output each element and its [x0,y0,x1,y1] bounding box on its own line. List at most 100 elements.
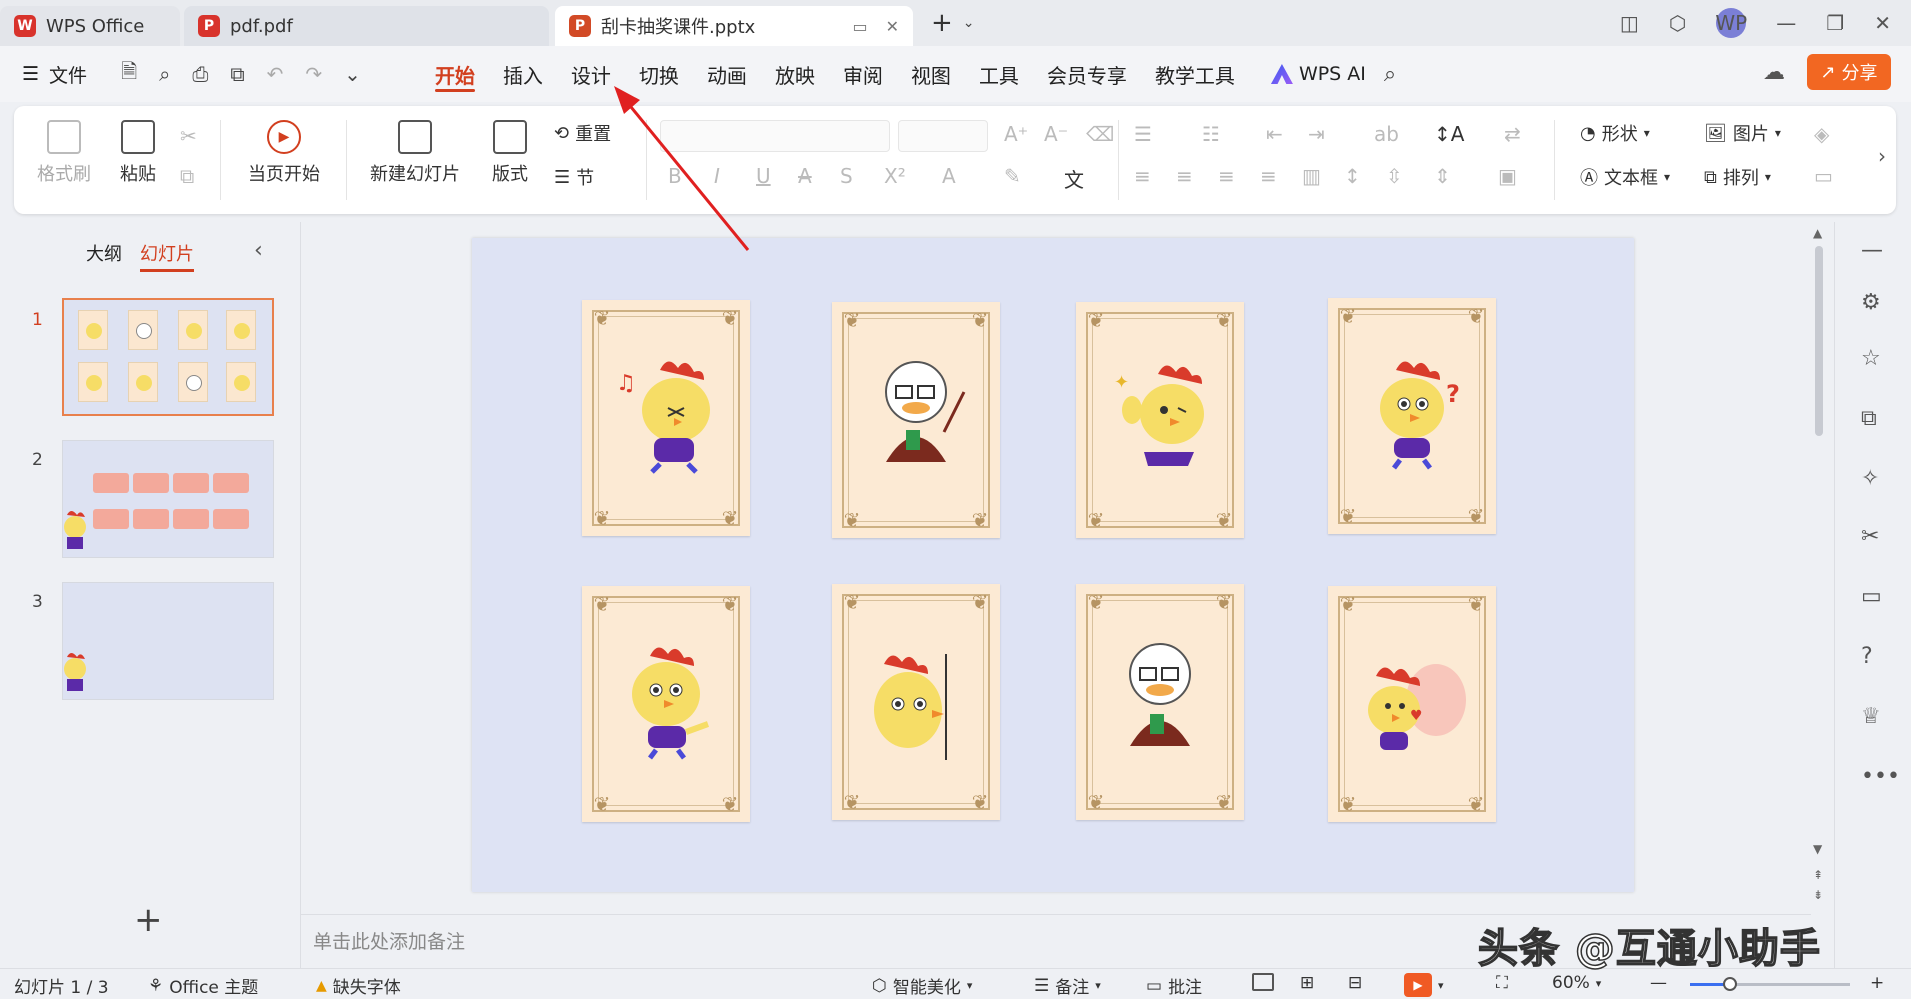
minimize-icon[interactable]: — [1776,11,1796,35]
avatar[interactable]: WP [1715,8,1747,38]
highlight-icon[interactable]: ✎ [1004,164,1021,188]
layout-button[interactable]: 版式 [480,120,540,186]
tab-slideshow[interactable]: 放映 [761,46,829,102]
cloud-icon[interactable]: ☁ [1763,60,1785,85]
tab-animation[interactable]: 动画 [693,46,761,102]
scratch-card[interactable]: ❦ ❦ ❦ ❦ [832,584,1000,820]
theme-button[interactable]: ⚘ Office 主题 [148,973,258,999]
restore-icon[interactable]: ❐ [1826,11,1844,35]
font-name-select[interactable] [660,120,890,152]
italic-icon[interactable]: I [714,164,720,188]
shape-button[interactable]: ◔ 形状 ▾ [1580,120,1650,146]
scroll-up-icon[interactable]: ▲ [1813,226,1822,240]
window-mode-icon[interactable]: ▭ [852,17,867,36]
close-window-icon[interactable]: ✕ [1874,11,1891,35]
save-icon[interactable]: 🗎 [121,57,137,91]
scratch-card[interactable]: ❦ ❦ ❦ ❦ ♫ [582,300,750,536]
tab-home[interactable]: 开始 [421,46,489,102]
align-center-icon[interactable]: ≡ [1176,164,1193,188]
section-button[interactable]: ☰ 节 [554,164,594,190]
tab-wps-office[interactable]: W WPS Office [0,6,180,46]
arrange-button[interactable]: ⧉ 排列 ▾ [1704,164,1771,190]
scratch-card[interactable]: ❦ ❦ ❦ ❦ ♥ [1328,586,1496,822]
collapse-panel-icon[interactable]: ‹ [254,238,263,263]
book-icon[interactable]: ▭ [1861,584,1882,609]
increase-font-icon[interactable]: A⁺ [1004,122,1028,146]
shadow-icon[interactable]: S [840,164,853,188]
tab-outline[interactable]: 大纲 [86,240,122,272]
close-tab-icon[interactable]: ✕ [886,17,899,36]
text-direction-icon[interactable]: ab [1374,122,1399,146]
tools-icon[interactable]: ✂ [1861,524,1879,549]
brush-icon[interactable]: ⌕ [159,62,170,86]
prev-slide-icon[interactable]: ⇞ [1813,868,1823,882]
picture-button[interactable]: 🖼 图片 ▾ [1704,120,1781,146]
text-align-icon[interactable]: ⇕ [1434,164,1451,188]
clear-format-icon[interactable]: ⌫ [1086,122,1114,146]
bold-icon[interactable]: B [668,164,682,188]
scratch-card[interactable]: ❦ ❦ ❦ ❦ ✦ [1076,302,1244,538]
undo-icon[interactable]: ↶ [267,62,284,86]
tab-insert[interactable]: 插入 [489,46,557,102]
vertical-scrollbar[interactable]: ▲ ▼ ⇞ ⇟ [1810,222,1830,912]
help-icon[interactable]: ? [1861,644,1873,669]
new-tab-icon[interactable]: + [931,8,953,38]
reset-button[interactable]: ⟲ 重置 [554,120,611,146]
copy-icon[interactable]: ⧉ [180,164,194,188]
slide-thumbnail-1[interactable] [62,298,274,416]
wps-ai-button[interactable]: WPS AI [1270,63,1366,85]
slide-thumbnail-3[interactable] [62,582,274,700]
increase-indent-icon[interactable]: ⇥ [1308,122,1325,146]
chevron-down-icon[interactable]: ⌄ [963,15,975,31]
scroll-down-icon[interactable]: ▼ [1813,842,1822,856]
scrollbar-thumb[interactable] [1815,246,1823,436]
ai-design-icon[interactable]: ✧ [1861,466,1879,491]
zoom-out-icon[interactable]: — [1650,973,1667,993]
justify-icon[interactable]: ≡ [1260,164,1277,188]
sort-icon[interactable]: ↕A [1434,122,1464,146]
slide-canvas[interactable]: ❦ ❦ ❦ ❦ ♫ ❦ ❦ ❦ ❦ ❦ ❦ ❦ ❦ ✦ ❦ ❦ ❦ ❦ ? ❦ … [472,238,1634,892]
font-size-select[interactable] [898,120,988,152]
slideshow-button[interactable]: ▶ ▾ [1404,973,1444,997]
format-painter-button[interactable]: 格式刷 [34,120,94,186]
numbered-list-icon[interactable]: ☷ [1202,122,1220,146]
from-current-slide-button[interactable]: ▶ 当页开始 [234,120,334,186]
notes-toggle-button[interactable]: ☰ 备注 ▾ [1034,973,1101,999]
align-right-icon[interactable]: ≡ [1218,164,1235,188]
text-box-align-icon[interactable]: ▣ [1498,164,1517,188]
strikethrough-icon[interactable]: A [798,164,812,188]
paste-button[interactable]: 粘贴 [108,120,168,186]
cube-icon[interactable]: ⬡ [1669,11,1686,35]
tab-review[interactable]: 审阅 [829,46,897,102]
columns-icon[interactable]: ▥ [1302,164,1321,188]
print-icon[interactable]: ⎙ [192,62,208,86]
tab-transition[interactable]: 切换 [625,46,693,102]
decrease-indent-icon[interactable]: ⇤ [1266,122,1283,146]
tab-slides[interactable]: 幻灯片 [140,240,194,272]
phonetic-icon[interactable]: 文 [1064,164,1084,193]
normal-view-icon[interactable] [1252,973,1274,991]
tab-view[interactable]: 视图 [897,46,965,102]
notes-placeholder[interactable]: 单击此处添加备注 [313,927,465,954]
comments-button[interactable]: ▭ 批注 [1146,973,1202,999]
search-icon[interactable]: ⌕ [1384,62,1396,87]
convert-icon[interactable]: ⇄ [1504,122,1521,146]
next-slide-icon[interactable]: ⇟ [1813,888,1823,902]
fill-icon[interactable]: ◈ [1814,122,1829,146]
settings-sliders-icon[interactable]: ⚙ [1861,290,1881,315]
missing-font-button[interactable]: ▲ 缺失字体 [316,973,401,999]
scratch-card[interactable]: ❦ ❦ ❦ ❦ [832,302,1000,538]
collapse-icon[interactable]: — [1861,238,1883,263]
add-slide-icon[interactable]: + [134,900,163,940]
fit-window-icon[interactable]: ⛶ [1496,973,1508,993]
zoom-slider-handle[interactable] [1723,977,1737,991]
paragraph-spacing-icon[interactable]: ⇳ [1386,164,1403,188]
redo-icon[interactable]: ↷ [305,62,322,86]
share-button[interactable]: ↗ 分享 [1807,54,1891,90]
font-color-icon[interactable]: A [942,164,956,188]
textbox-button[interactable]: Ⓐ 文本框 ▾ [1580,164,1670,190]
underline-icon[interactable]: U [756,164,771,188]
slide-thumbnail-2[interactable] [62,440,274,558]
superscript-icon[interactable]: X² [884,164,906,188]
ribbon-expand-icon[interactable]: › [1878,144,1886,168]
